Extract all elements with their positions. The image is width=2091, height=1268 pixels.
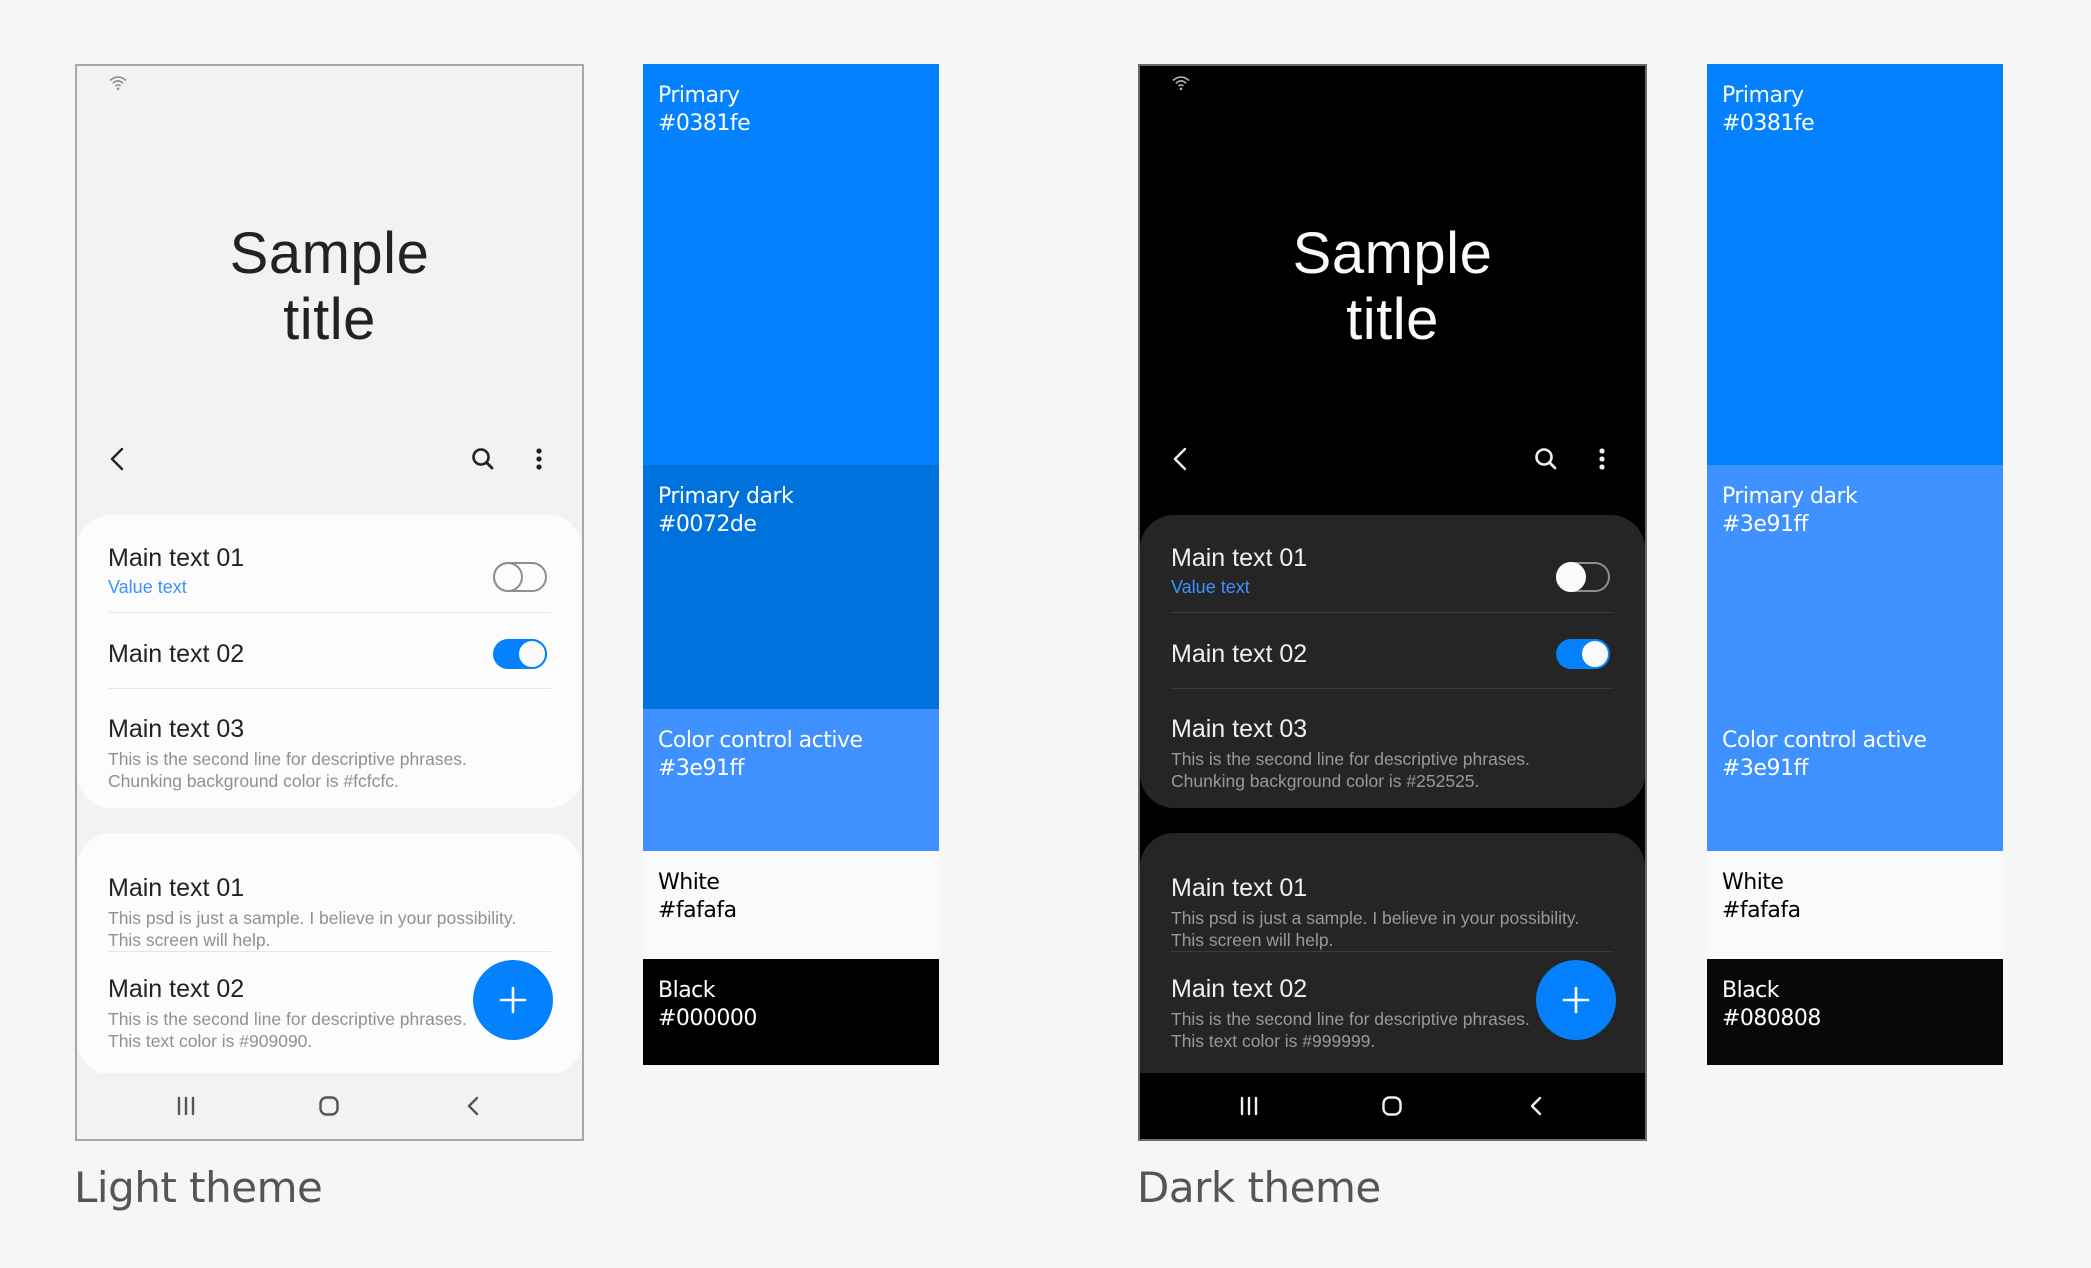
sub-text: This psd is just a sample. I believe in …: [108, 908, 517, 950]
more-vertical-icon[interactable]: [522, 442, 556, 476]
swatch-color-control-active: Color control active #3e91ff: [1707, 709, 2003, 851]
list-item[interactable]: Main text 01 Value text: [108, 543, 551, 598]
dark-theme-phone: Sample title Main text 01 Value text Mai…: [1138, 64, 1647, 1141]
page-title: Sample title: [229, 221, 430, 352]
main-text: Main text 02: [108, 640, 245, 668]
back-icon[interactable]: [1521, 1090, 1553, 1122]
swatch-primary-dark: Primary dark #0072de: [643, 465, 939, 709]
toggle-knob: [517, 639, 547, 669]
main-text: Main text 01: [1171, 874, 1308, 902]
list-item[interactable]: Main text 03 This is the second line for…: [1171, 714, 1614, 792]
main-text: Main text 02: [1171, 640, 1308, 668]
divider: [1171, 688, 1614, 689]
swatch-black: Black #080808: [1707, 959, 2003, 1065]
list-item[interactable]: Main text 01 This psd is just a sample. …: [1171, 873, 1614, 951]
main-text: Main text 03: [108, 715, 245, 743]
swatch-color-control-active: Color control active #3e91ff: [643, 709, 939, 851]
list-item[interactable]: Main text 01 This psd is just a sample. …: [108, 873, 551, 951]
back-chevron-icon[interactable]: [1164, 442, 1198, 476]
swatch-primary: Primary #0381fe: [643, 64, 939, 465]
list-item[interactable]: Main text 01 Value text: [1171, 543, 1614, 598]
dark-theme-label: Dark theme: [1137, 1163, 1381, 1212]
divider: [1171, 951, 1614, 952]
divider: [1171, 612, 1614, 613]
recents-icon[interactable]: [1233, 1090, 1265, 1122]
toggle-switch-off[interactable]: [1556, 562, 1610, 592]
divider: [108, 688, 551, 689]
search-icon[interactable]: [1529, 442, 1563, 476]
search-icon[interactable]: [466, 442, 500, 476]
swatch-white: White #fafafa: [1707, 851, 2003, 959]
main-text: Main text 01: [108, 544, 245, 572]
list-item[interactable]: Main text 02: [1171, 639, 1614, 669]
sub-text: This psd is just a sample. I believe in …: [1171, 908, 1580, 950]
toggle-knob: [1580, 639, 1610, 669]
back-icon[interactable]: [458, 1090, 490, 1122]
toggle-switch-on[interactable]: [1556, 639, 1610, 669]
plus-icon: [1562, 986, 1590, 1014]
value-text: Value text: [108, 577, 187, 597]
swatch-black: Black #000000: [643, 959, 939, 1065]
sub-text: This is the second line for descriptive …: [1171, 749, 1530, 791]
recents-icon[interactable]: [170, 1090, 202, 1122]
value-text: Value text: [1171, 577, 1250, 597]
toggle-knob: [493, 562, 523, 592]
dark-color-palette: Primary #0381fe Primary dark #3e91ff Col…: [1707, 64, 2003, 1065]
main-text: Main text 03: [1171, 715, 1308, 743]
swatch-white: White #fafafa: [643, 851, 939, 959]
home-icon[interactable]: [1376, 1090, 1408, 1122]
light-theme-phone: Sample title Main text 01 Value text Mai…: [75, 64, 584, 1141]
settings-card: Main text 01 Value text Main text 02 Mai…: [1140, 515, 1645, 808]
main-text: Main text 01: [108, 874, 245, 902]
toggle-switch-off[interactable]: [493, 562, 547, 592]
light-theme-label: Light theme: [74, 1163, 323, 1212]
system-nav-bar: [77, 1073, 582, 1139]
toggle-switch-on[interactable]: [493, 639, 547, 669]
more-vertical-icon[interactable]: [1585, 442, 1619, 476]
plus-icon: [499, 986, 527, 1014]
system-nav-bar: [1140, 1073, 1645, 1139]
sub-text: This is the second line for descriptive …: [108, 749, 467, 791]
wifi-icon: [109, 76, 127, 91]
toggle-knob: [1556, 562, 1586, 592]
add-fab-button[interactable]: [473, 960, 553, 1040]
settings-card: Main text 01 Value text Main text 02 Mai…: [77, 515, 582, 808]
add-fab-button[interactable]: [1536, 960, 1616, 1040]
list-item[interactable]: Main text 02: [108, 639, 551, 669]
back-chevron-icon[interactable]: [101, 442, 135, 476]
divider: [108, 612, 551, 613]
home-icon[interactable]: [313, 1090, 345, 1122]
wifi-icon: [1172, 76, 1190, 91]
swatch-primary: Primary #0381fe: [1707, 64, 2003, 465]
main-text: Main text 01: [1171, 544, 1308, 572]
list-item[interactable]: Main text 03 This is the second line for…: [108, 714, 551, 792]
page-title: Sample title: [1292, 221, 1493, 352]
light-color-palette: Primary #0381fe Primary dark #0072de Col…: [643, 64, 939, 1065]
swatch-primary-dark: Primary dark #3e91ff: [1707, 465, 2003, 709]
divider: [108, 951, 551, 952]
